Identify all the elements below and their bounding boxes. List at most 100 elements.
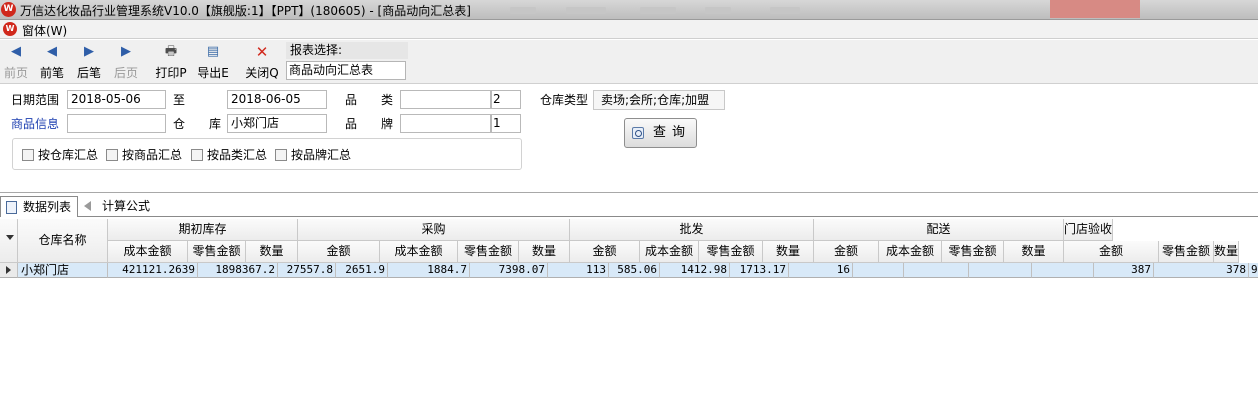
- title-bar-ghost: [705, 7, 731, 14]
- checkbox-box[interactable]: [106, 149, 118, 161]
- column-header[interactable]: 零售金额: [458, 241, 519, 263]
- first-page-icon: ◀: [11, 44, 21, 59]
- checkbox-box[interactable]: [22, 149, 34, 161]
- product-info-label[interactable]: 商品信息: [11, 115, 59, 133]
- warehouse-input[interactable]: 小郑门店: [227, 114, 327, 133]
- column-header[interactable]: 成本金额: [108, 241, 188, 263]
- table-cell-warehouse-name[interactable]: 小郑门店: [18, 263, 108, 278]
- column-group-header: 采购: [298, 219, 570, 241]
- checkbox-by-category[interactable]: 按品类汇总: [191, 147, 267, 163]
- column-header[interactable]: 金额: [1064, 241, 1159, 263]
- tab-data-list[interactable]: 数据列表: [0, 196, 78, 217]
- date-from-input[interactable]: 2018-05-06: [67, 90, 166, 109]
- column-header[interactable]: 数量: [1004, 241, 1064, 263]
- first-page-button[interactable]: ◀ 前页: [2, 43, 30, 81]
- date-to-input[interactable]: 2018-06-05: [227, 90, 327, 109]
- app-logo-icon: W: [1, 2, 16, 17]
- row-indicator[interactable]: [0, 263, 18, 278]
- table-cell[interactable]: 421121.2639: [108, 263, 198, 278]
- next-record-icon: ▶: [84, 44, 94, 59]
- table-cell[interactable]: 585.06: [609, 263, 660, 278]
- column-header-warehouse-name[interactable]: 仓库名称: [18, 219, 108, 263]
- column-header[interactable]: 零售金额: [699, 241, 763, 263]
- column-header[interactable]: 成本金额: [640, 241, 699, 263]
- prev-record-icon: ◀: [47, 44, 57, 59]
- brand-input[interactable]: [400, 114, 491, 133]
- table-cell[interactable]: [1032, 263, 1094, 278]
- to-label: 至: [173, 93, 186, 107]
- prev-record-button[interactable]: ◀ 前笔: [37, 43, 67, 81]
- table-cell[interactable]: 387: [1094, 263, 1154, 278]
- section-divider: [0, 192, 1258, 193]
- export-icon: ▤: [206, 44, 220, 59]
- table-cell[interactable]: 7398.07: [470, 263, 548, 278]
- report-select[interactable]: 商品动向汇总表: [286, 61, 406, 80]
- column-header[interactable]: 零售金额: [188, 241, 246, 263]
- column-group-header: 期初库存: [108, 219, 298, 241]
- table-cell[interactable]: 1898367.2: [198, 263, 278, 278]
- checkbox-by-warehouse[interactable]: 按仓库汇总: [22, 147, 98, 163]
- table-cell[interactable]: 1713.17: [730, 263, 789, 278]
- column-group-header: 门店验收: [1064, 219, 1114, 241]
- brand-level-stepper[interactable]: 1: [491, 114, 521, 133]
- table-cell[interactable]: 113: [548, 263, 609, 278]
- product-info-input[interactable]: [67, 114, 166, 133]
- column-header[interactable]: 金额: [570, 241, 640, 263]
- table-cell[interactable]: 378: [1154, 263, 1249, 278]
- column-header[interactable]: 成本金额: [380, 241, 458, 263]
- last-page-button[interactable]: ▶ 后页: [112, 43, 140, 81]
- column-header[interactable]: 成本金额: [879, 241, 942, 263]
- column-header[interactable]: 金额: [298, 241, 380, 263]
- grid-corner-selector[interactable]: [0, 219, 18, 263]
- window-control-button[interactable]: [1050, 0, 1140, 18]
- checkbox-box[interactable]: [191, 149, 203, 161]
- report-select-label: 报表选择:: [286, 42, 408, 59]
- column-header[interactable]: 数量: [763, 241, 814, 263]
- checkbox-by-product[interactable]: 按商品汇总: [106, 147, 182, 163]
- table-cell[interactable]: 2651.9: [336, 263, 388, 278]
- category-level-stepper[interactable]: 2: [491, 90, 521, 109]
- last-page-icon: ▶: [121, 44, 131, 59]
- close-button[interactable]: ✕ 关闭Q: [245, 43, 279, 81]
- app-menu-icon[interactable]: W: [3, 22, 17, 36]
- tab-formula[interactable]: 计算公式: [82, 196, 150, 217]
- row-pointer-icon: [6, 266, 11, 274]
- query-button[interactable]: 查询: [624, 118, 697, 148]
- menu-window[interactable]: 窗体(W): [22, 22, 67, 39]
- close-icon: ✕: [255, 43, 269, 61]
- date-range-label: 日期范围: [11, 93, 60, 107]
- toolbar: ◀ 前页 ◀ 前笔 ▶ 后笔 ▶ 后页 🖶 打印P ▤ 导出E ✕ 关闭Q 报表…: [0, 40, 1258, 84]
- column-header[interactable]: 零售金额: [1159, 241, 1214, 263]
- category-input[interactable]: [400, 90, 491, 109]
- column-header[interactable]: 零售金额: [942, 241, 1004, 263]
- table-cell[interactable]: 1884.7: [388, 263, 470, 278]
- export-button[interactable]: ▤ 导出E: [196, 43, 230, 81]
- search-icon: [632, 127, 644, 139]
- document-icon: [6, 201, 17, 214]
- column-header[interactable]: 数量: [1214, 241, 1240, 263]
- next-record-button[interactable]: ▶ 后笔: [74, 43, 104, 81]
- table-cell[interactable]: 16: [789, 263, 853, 278]
- print-button[interactable]: 🖶 打印P: [154, 43, 188, 81]
- column-header[interactable]: 金额: [814, 241, 879, 263]
- checkbox-box[interactable]: [275, 149, 287, 161]
- menu-bar: W 窗体(W): [0, 20, 1258, 39]
- column-group-header: 配送: [814, 219, 1064, 241]
- table-cell[interactable]: [969, 263, 1032, 278]
- table-cell[interactable]: 27557.8: [278, 263, 336, 278]
- chevron-down-icon: [6, 235, 14, 240]
- table-cell[interactable]: 1412.98: [660, 263, 730, 278]
- printer-icon: 🖶: [164, 44, 178, 59]
- warehouse-label: 仓 库: [173, 117, 222, 131]
- table-cell[interactable]: 9: [1249, 263, 1258, 278]
- table-cell[interactable]: [904, 263, 969, 278]
- brand-label: 品 牌: [345, 117, 394, 131]
- column-header[interactable]: 数量: [246, 241, 298, 263]
- window-title: 万信达化妆品行业管理系统V10.0【旗舰版:1】【PPT】(180605) - …: [20, 4, 471, 18]
- column-header[interactable]: 数量: [519, 241, 570, 263]
- checkbox-by-brand[interactable]: 按品牌汇总: [275, 147, 351, 163]
- warehouse-type-label: 仓库类型: [540, 93, 589, 107]
- warehouse-type-select[interactable]: 卖场;会所;仓库;加盟: [593, 90, 725, 110]
- table-cell[interactable]: [853, 263, 904, 278]
- summary-options-group: 按仓库汇总 按商品汇总 按品类汇总 按品牌汇总: [12, 138, 522, 170]
